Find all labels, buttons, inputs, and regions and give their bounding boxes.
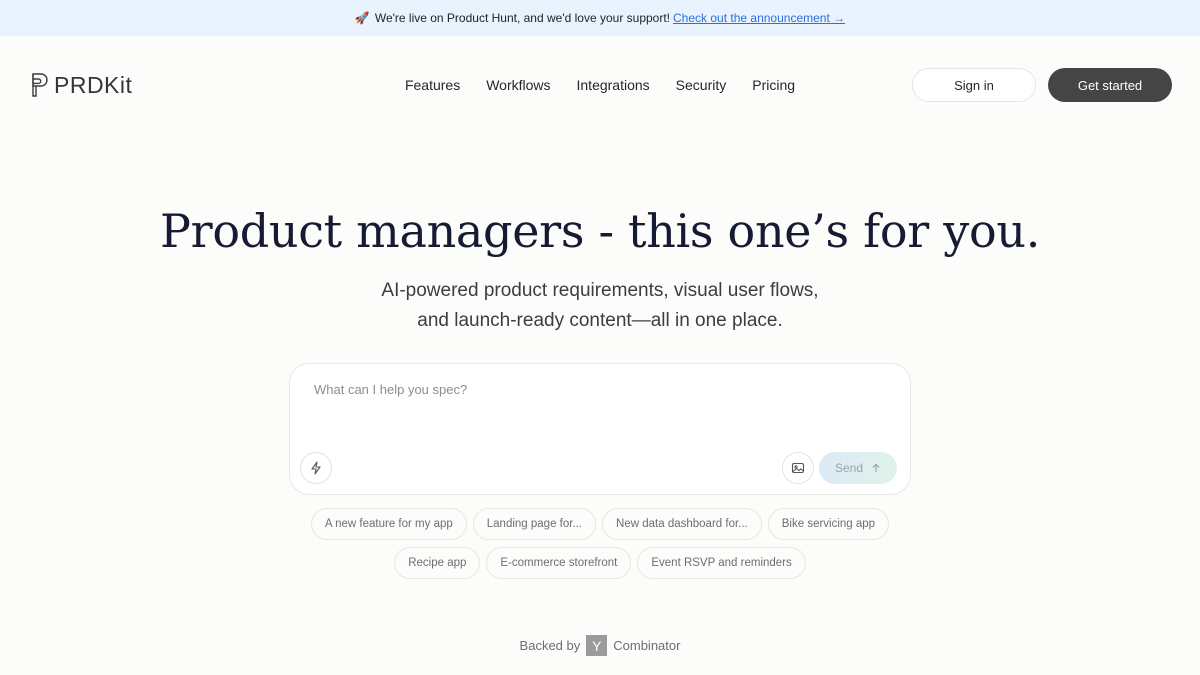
site-header: PRDKit Features Workflows Integrations S… — [0, 36, 1200, 134]
suggestion-chip[interactable]: New data dashboard for... — [602, 508, 762, 540]
send-button[interactable]: Send — [819, 452, 897, 484]
arrow-up-icon — [872, 463, 880, 472]
backed-by-prefix: Backed by — [519, 638, 581, 653]
hero-section: Product managers - this one’s for you. A… — [0, 204, 1200, 656]
suggestion-chip[interactable]: E-commerce storefront — [486, 547, 632, 579]
image-icon — [791, 462, 805, 474]
suggestion-chip[interactable]: Landing page for... — [472, 508, 597, 540]
suggestion-row-1: A new feature for my app Landing page fo… — [310, 508, 890, 540]
nav-pricing[interactable]: Pricing — [752, 77, 795, 93]
suggestion-chips: A new feature for my app Landing page fo… — [0, 508, 1200, 579]
announcement-link[interactable]: Check out the announcement → — [673, 11, 845, 25]
brand-name: PRDKit — [54, 71, 133, 98]
rocket-icon: 🚀 — [354, 11, 370, 25]
nav-features[interactable]: Features — [405, 77, 460, 93]
backed-by-suffix: Combinator — [613, 638, 681, 653]
announcement-text: We're live on Product Hunt, and we'd lov… — [374, 11, 671, 25]
prompt-box: Send — [289, 363, 911, 495]
prompt-input[interactable] — [314, 382, 874, 442]
nav-workflows[interactable]: Workflows — [486, 77, 550, 93]
suggestion-chip[interactable]: A new feature for my app — [310, 508, 467, 540]
hero-subtitle-line-1: AI-powered product requirements, visual … — [381, 280, 819, 301]
bolt-button[interactable] — [300, 452, 332, 484]
sign-in-button[interactable]: Sign in — [912, 68, 1036, 102]
suggestion-chip[interactable]: Recipe app — [394, 547, 481, 579]
suggestion-row-2: Recipe app E-commerce storefront Event R… — [394, 547, 806, 579]
hero-title: Product managers - this one’s for you. — [159, 204, 1041, 258]
nav-security[interactable]: Security — [676, 77, 727, 93]
nav-integrations[interactable]: Integrations — [577, 77, 650, 93]
brand-logo[interactable]: PRDKit — [30, 72, 132, 99]
suggestion-chip[interactable]: Event RSVP and reminders — [637, 547, 806, 579]
y-combinator-logo-icon: Y — [586, 635, 608, 656]
announcement-bar: 🚀 We're live on Product Hunt, and we'd l… — [0, 0, 1200, 36]
add-image-button[interactable] — [782, 452, 814, 484]
header-actions: Sign in Get started — [912, 68, 1172, 102]
hero-subtitle: AI-powered product requirements, visual … — [0, 276, 1200, 336]
suggestion-chip[interactable]: Bike servicing app — [767, 508, 890, 540]
hero-subtitle-line-2: and launch-ready content—all in one plac… — [417, 310, 783, 331]
send-label: Send — [834, 461, 864, 475]
main-nav: Features Workflows Integrations Security… — [405, 36, 795, 134]
prdkit-logo-icon — [32, 73, 48, 97]
backed-by: Backed by Y Combinator — [0, 635, 1200, 656]
get-started-button[interactable]: Get started — [1048, 68, 1172, 102]
bolt-icon — [311, 461, 321, 475]
